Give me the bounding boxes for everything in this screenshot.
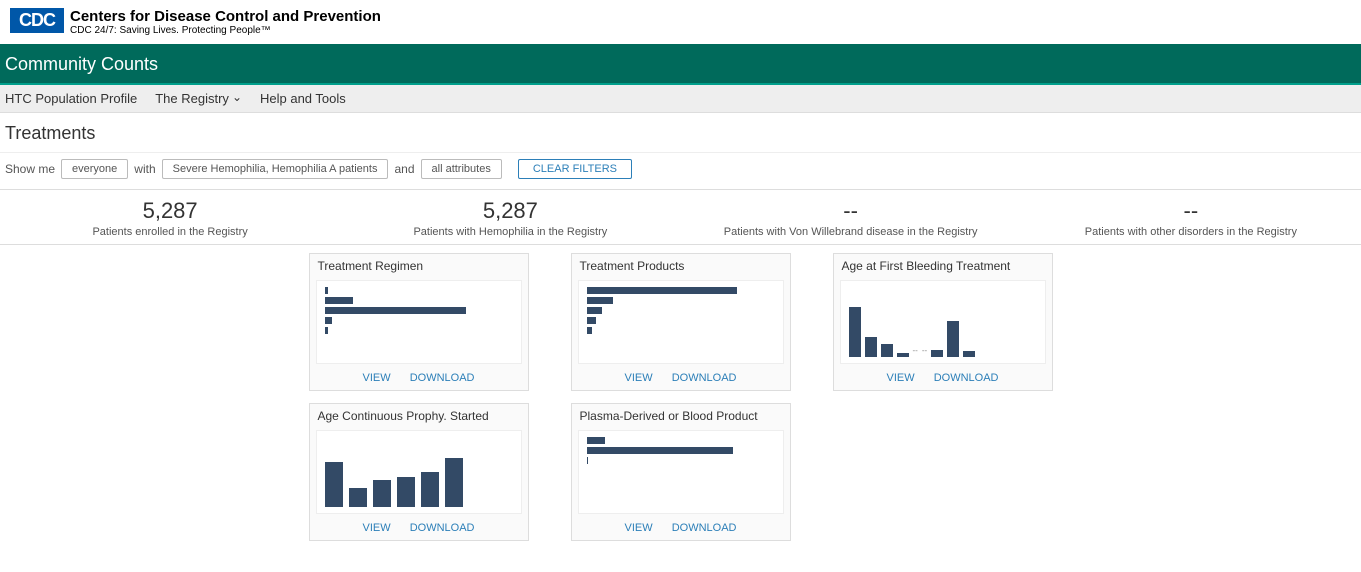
chart-age-first-bleeding: -- --	[840, 280, 1046, 364]
card-actions: VIEW DOWNLOAD	[572, 518, 790, 540]
stat-hemophilia: 5,287 Patients with Hemophilia in the Re…	[340, 198, 680, 238]
stat-other: -- Patients with other disorders in the …	[1021, 198, 1361, 238]
cdc-logo-text: CDC	[19, 10, 55, 30]
card-actions: VIEW DOWNLOAD	[310, 518, 528, 540]
view-link[interactable]: VIEW	[363, 522, 391, 534]
section-title: Community Counts	[5, 54, 158, 74]
download-link[interactable]: DOWNLOAD	[672, 522, 737, 534]
nav-htc-population-profile[interactable]: HTC Population Profile	[5, 91, 137, 106]
chart-plasma-blood-product	[578, 430, 784, 514]
card-age-first-bleeding: Age at First Bleeding Treatment -- -- VI…	[833, 253, 1053, 391]
nav-the-registry[interactable]: The Registry	[155, 91, 242, 106]
cards-container: Treatment Regimen VIEW DOWNLOAD Treatmen…	[0, 245, 1361, 541]
filter-pill-everyone[interactable]: everyone	[61, 159, 128, 179]
stat-label: Patients enrolled in the Registry	[0, 226, 340, 238]
chart-treatment-products	[578, 280, 784, 364]
view-link[interactable]: VIEW	[363, 372, 391, 384]
site-title: Centers for Disease Control and Preventi…	[70, 8, 381, 25]
card-title: Age at First Bleeding Treatment	[834, 254, 1052, 278]
stat-value: --	[681, 198, 1021, 224]
view-link[interactable]: VIEW	[625, 522, 653, 534]
download-link[interactable]: DOWNLOAD	[934, 372, 999, 384]
card-treatment-products: Treatment Products VIEW DOWNLOAD	[571, 253, 791, 391]
filter-bar: Show me everyone with Severe Hemophilia,…	[0, 153, 1361, 190]
stat-label: Patients with Hemophilia in the Registry	[340, 226, 680, 238]
stat-value: 5,287	[340, 198, 680, 224]
card-plasma-blood-product: Plasma-Derived or Blood Product VIEW DOW…	[571, 403, 791, 541]
stat-enrolled: 5,287 Patients enrolled in the Registry	[0, 198, 340, 238]
stat-label: Patients with other disorders in the Reg…	[1021, 226, 1361, 238]
stat-vonwillebrand: -- Patients with Von Willebrand disease …	[681, 198, 1021, 238]
site-header: CDC Centers for Disease Control and Prev…	[0, 0, 1361, 44]
card-title: Age Continuous Prophy. Started	[310, 404, 528, 428]
filter-label-with: with	[134, 162, 155, 176]
filter-label-and: and	[394, 162, 414, 176]
chart-age-prophy-started	[316, 430, 522, 514]
view-link[interactable]: VIEW	[625, 372, 653, 384]
stat-label: Patients with Von Willebrand disease in …	[681, 226, 1021, 238]
nav-bar: HTC Population Profile The Registry Help…	[0, 85, 1361, 113]
cdc-logo[interactable]: CDC	[10, 8, 64, 33]
stat-value: --	[1021, 198, 1361, 224]
filter-pill-condition[interactable]: Severe Hemophilia, Hemophilia A patients	[162, 159, 389, 179]
card-treatment-regimen: Treatment Regimen VIEW DOWNLOAD	[309, 253, 529, 391]
filter-label-showme: Show me	[5, 162, 55, 176]
card-title: Plasma-Derived or Blood Product	[572, 404, 790, 428]
filter-pill-attributes[interactable]: all attributes	[421, 159, 502, 179]
site-subtitle: CDC 24/7: Saving Lives. Protecting Peopl…	[70, 25, 381, 36]
card-title: Treatment Products	[572, 254, 790, 278]
stat-value: 5,287	[0, 198, 340, 224]
cards-grid: Treatment Regimen VIEW DOWNLOAD Treatmen…	[309, 253, 1053, 541]
chart-treatment-regimen	[316, 280, 522, 364]
card-title: Treatment Regimen	[310, 254, 528, 278]
nav-help-and-tools[interactable]: Help and Tools	[260, 91, 346, 106]
page-title: Treatments	[0, 113, 1361, 153]
card-actions: VIEW DOWNLOAD	[572, 368, 790, 390]
section-banner: Community Counts	[0, 44, 1361, 85]
stats-row: 5,287 Patients enrolled in the Registry …	[0, 190, 1361, 245]
card-actions: VIEW DOWNLOAD	[834, 368, 1052, 390]
logo-text-block: Centers for Disease Control and Preventi…	[70, 8, 381, 36]
download-link[interactable]: DOWNLOAD	[410, 522, 475, 534]
download-link[interactable]: DOWNLOAD	[672, 372, 737, 384]
download-link[interactable]: DOWNLOAD	[410, 372, 475, 384]
view-link[interactable]: VIEW	[887, 372, 915, 384]
card-actions: VIEW DOWNLOAD	[310, 368, 528, 390]
clear-filters-button[interactable]: CLEAR FILTERS	[518, 159, 632, 179]
card-age-prophy-started: Age Continuous Prophy. Started VIEW DOWN…	[309, 403, 529, 541]
